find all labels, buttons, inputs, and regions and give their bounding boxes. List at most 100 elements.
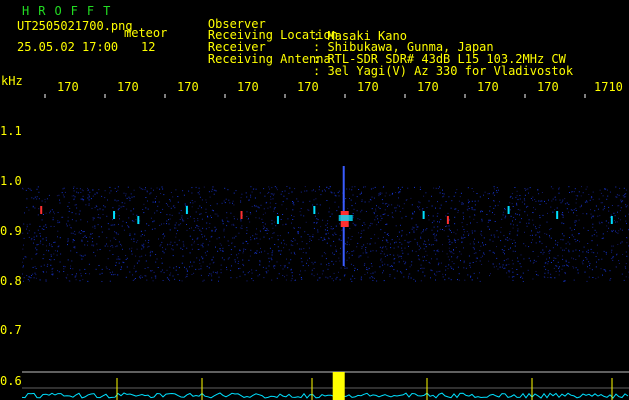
noise-pixel [148,245,150,247]
noise-pixel [408,245,409,247]
noise-pixel [525,188,527,190]
noise-pixel [581,186,582,188]
noise-pixel [183,194,185,196]
noise-pixel [420,238,422,239]
noise-pixel [612,256,614,258]
noise-pixel [413,232,415,233]
noise-pixel [406,234,408,236]
noise-pixel [400,271,402,273]
noise-pixel [624,193,626,195]
noise-pixel [423,229,424,231]
noise-pixel [280,242,282,244]
noise-pixel [623,196,625,198]
noise-pixel [151,251,153,253]
noise-pixel [160,212,162,213]
noise-pixel [323,252,325,254]
noise-pixel [232,202,233,204]
noise-pixel [254,197,256,199]
noise-pixel [223,230,225,232]
noise-pixel [397,254,399,256]
noise-pixel [517,230,519,232]
x-tick: 1710 [594,81,623,93]
noise-pixel [120,245,122,247]
noise-pixel [454,240,456,242]
noise-pixel [568,261,570,263]
spectrogram-plot[interactable] [22,94,629,400]
noise-pixel [401,247,403,249]
noise-pixel [593,252,595,254]
noise-pixel [579,241,580,243]
noise-pixel [186,224,187,225]
noise-pixel [264,250,266,252]
noise-pixel [167,243,169,245]
noise-pixel [221,219,223,221]
noise-pixel [43,225,45,227]
noise-pixel [222,247,224,249]
noise-pixel [228,221,230,223]
noise-pixel [599,223,601,225]
noise-pixel [182,255,184,257]
noise-pixel [247,219,249,220]
noise-pixel [300,208,302,209]
noise-pixel [82,279,84,281]
noise-pixel [461,237,463,239]
noise-pixel [360,211,362,213]
noise-pixel [467,209,469,211]
noise-pixel [324,239,326,241]
noise-pixel [80,255,82,257]
noise-pixel [474,215,476,216]
noise-pixel [309,235,311,237]
noise-pixel [352,222,354,224]
noise-pixel [163,272,165,274]
noise-pixel [471,232,473,234]
noise-pixel [516,202,518,204]
noise-pixel [425,260,427,261]
noise-pixel [433,226,435,228]
noise-pixel [370,273,372,275]
noise-pixel [335,245,336,247]
noise-pixel [246,227,248,229]
noise-pixel [228,245,230,246]
meteor-count: 12 [141,40,156,54]
noise-pixel [553,260,555,262]
noise-pixel [535,228,537,230]
noise-pixel [354,186,356,188]
noise-pixel [133,241,135,243]
noise-pixel [243,248,245,250]
noise-pixel [171,248,173,250]
noise-pixel [131,196,133,198]
noise-pixel [63,196,65,198]
noise-pixel [386,203,388,204]
noise-pixel [215,246,216,248]
noise-pixel [474,230,476,232]
noise-pixel [152,201,154,203]
noise-pixel [586,258,588,260]
noise-pixel [288,249,290,251]
noise-pixel [573,267,575,269]
noise-pixel [348,257,350,259]
noise-pixel [208,267,210,269]
noise-pixel [117,233,119,235]
noise-pixel [584,271,586,273]
noise-pixel [561,201,563,203]
noise-pixel [197,249,199,250]
noise-pixel [412,213,414,215]
noise-pixel [191,244,193,246]
noise-pixel [158,201,160,203]
noise-pixel [176,244,178,246]
noise-pixel [481,210,483,212]
noise-pixel [582,192,584,194]
noise-pixel [258,217,260,219]
noise-pixel [107,245,109,247]
noise-pixel [451,242,453,244]
noise-pixel [554,197,556,198]
noise-pixel [448,247,450,249]
noise-pixel [592,226,594,228]
noise-pixel [445,226,446,227]
noise-pixel [259,261,261,263]
noise-pixel [549,229,551,231]
noise-pixel [532,251,534,252]
noise-pixel [48,194,50,196]
noise-pixel [267,253,269,255]
noise-pixel [154,212,156,214]
